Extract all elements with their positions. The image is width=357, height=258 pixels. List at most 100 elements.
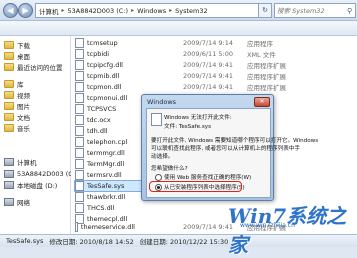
open-with-dialog: Windows ✕ Windows 无法打开此文件: 文件: TesSafe.s… xyxy=(141,94,318,201)
nav-item-documents[interactable]: 文档 xyxy=(4,111,30,122)
nav-item-label: 网络 xyxy=(17,198,30,207)
file-name: tcpipcfg.dll xyxy=(87,61,123,69)
file-name: tcmsetup xyxy=(87,39,118,47)
file-row[interactable]: tcmsetup 2009/7/14 9:14 应用程序 xyxy=(75,38,273,48)
nav-item-videos[interactable]: 视频 xyxy=(4,89,30,100)
file-icon xyxy=(75,181,84,191)
file-row[interactable]: termmgr.dll xyxy=(75,148,135,158)
file-name: tcpmon.dll xyxy=(87,83,122,91)
folder-icon xyxy=(4,90,14,99)
file-name: THCS.dll xyxy=(87,204,115,212)
file-icon xyxy=(75,203,84,213)
breadcrumb-item-windows[interactable]: Windows xyxy=(134,7,169,15)
search-box[interactable]: ⚲ xyxy=(274,3,356,18)
search-input[interactable] xyxy=(275,6,347,15)
close-icon[interactable]: ✕ xyxy=(254,97,270,107)
file-type: 应用程序扩展 xyxy=(247,62,286,70)
nav-item-label: 音乐 xyxy=(17,124,30,133)
nav-item-label: 计算机 xyxy=(17,158,37,167)
file-row[interactable]: termsrv.dll xyxy=(75,170,135,180)
file-row[interactable]: tdc.ocx xyxy=(75,115,135,125)
nav-item-drive-d[interactable]: 本地磁盘 (D:) xyxy=(4,179,57,190)
file-row[interactable]: tcpipcfg.dll 2009/7/14 9:41 应用程序扩展 xyxy=(75,60,286,70)
file-row[interactable]: tcpbidi 2009/6/11 5:00 XML 文件 xyxy=(75,49,276,59)
file-date: 2009/7/14 9:14 xyxy=(183,39,233,47)
breadcrumb-item-drive-c[interactable]: 53A8842D003 (C:) xyxy=(65,7,132,15)
folder-icon xyxy=(4,101,14,110)
folder-icon xyxy=(4,62,14,71)
nav-item-music[interactable]: 音乐 xyxy=(4,122,30,133)
forward-button[interactable]: ▶ xyxy=(18,3,33,18)
drive-icon xyxy=(4,169,14,178)
nav-item-label: 53A8842D003 (C:) xyxy=(17,169,78,178)
nav-item-label: 最近访问的位置 xyxy=(17,63,63,72)
nav-item-label: 本地磁盘 (D:) xyxy=(17,181,58,190)
file-row[interactable]: tcpmib.dll 2009/7/14 9:41 应用程序扩展 xyxy=(75,71,286,81)
file-row[interactable]: TermMgr.dll xyxy=(75,159,135,169)
search-icon[interactable]: ⚲ xyxy=(347,7,352,15)
dialog-title: Windows xyxy=(147,98,177,106)
back-button[interactable]: ◀ xyxy=(3,3,18,18)
nav-item-pictures[interactable]: 图片 xyxy=(4,100,30,111)
file-name: tcpmonui.dll xyxy=(87,94,128,102)
file-name: tcpmib.dll xyxy=(87,72,120,80)
folder-icon xyxy=(4,40,14,49)
folder-icon xyxy=(4,123,14,132)
file-icon xyxy=(75,82,84,92)
file-name: TermMgr.dll xyxy=(87,160,125,168)
file-row[interactable]: THCS.dll xyxy=(75,203,135,213)
breadcrumb-item-computer[interactable]: 计算机 xyxy=(36,6,62,16)
file-row[interactable]: thawbrkr.dll xyxy=(75,192,135,202)
nav-item-computer[interactable]: 计算机 xyxy=(4,156,37,167)
nav-item-label: 文档 xyxy=(17,113,30,122)
file-date: 2009/7/14 9:41 xyxy=(183,61,233,69)
file-type: 应用程序扩展 xyxy=(247,84,286,92)
highlight-annotation xyxy=(149,181,242,192)
dialog-message: Windows 无法打开此文件: xyxy=(164,115,232,121)
file-date: 2009/7/14 9:41 xyxy=(183,83,233,91)
file-name: thawbrkr.dll xyxy=(87,193,126,201)
file-row[interactable]: tcpmonui.dll xyxy=(75,93,135,103)
file-icon xyxy=(75,170,84,180)
status-created: 创建日期: 2010/12/22 15:30 xyxy=(139,238,229,246)
explorer-window: ◀ ▶ 计算机 ▸ 53A8842D003 (C:) ▸ Windows ▸ Syst… xyxy=(0,0,357,257)
nav-item-desktop[interactable]: 桌面 xyxy=(4,50,30,61)
file-icon xyxy=(75,126,84,136)
breadcrumb[interactable]: 计算机 ▸ 53A8842D003 (C:) ▸ Windows ▸ System32 xyxy=(35,3,259,18)
file-date: 2009/7/14 9:41 xyxy=(183,223,233,231)
breadcrumb-item-system32[interactable]: System32 xyxy=(172,7,211,15)
file-icon xyxy=(75,148,84,158)
file-name: telephon.cpl xyxy=(87,138,128,146)
nav-item-recent-places[interactable]: 最近访问的位置 xyxy=(4,61,63,72)
file-icon xyxy=(75,93,84,103)
file-row[interactable]: tdh.dll xyxy=(75,126,135,136)
nav-item-network[interactable]: 网络 xyxy=(4,196,30,207)
nav-item-drive-c[interactable]: 53A8842D003 (C:) xyxy=(4,168,78,179)
folder-icon xyxy=(4,51,14,60)
file-type: XML 文件 xyxy=(247,51,276,59)
radio-web-service[interactable] xyxy=(155,174,162,181)
command-bar xyxy=(0,21,357,36)
file-row[interactable]: tcpmon.dll 2009/7/14 9:41 应用程序扩展 xyxy=(75,82,286,92)
file-date: 2009/6/11 5:00 xyxy=(183,50,233,58)
option-web-service-label[interactable]: 使用 Web 服务查找正确的程序(W) xyxy=(164,173,251,181)
status-modified: 修改日期: 2010/8/18 14:52 xyxy=(49,238,134,246)
nav-item-downloads[interactable]: 下载 xyxy=(4,39,30,50)
file-row-selected[interactable]: TesSafe.sys xyxy=(74,180,142,192)
file-name: tdh.dll xyxy=(87,127,108,135)
refresh-icon[interactable]: ↻ xyxy=(258,3,272,18)
file-name: themeservice.dll xyxy=(80,223,135,231)
file-type: 应用程序扩展 xyxy=(247,73,286,81)
dialog-question: 您希望做什么? xyxy=(151,166,188,172)
file-row[interactable]: TCPSVCS xyxy=(75,104,135,114)
file-name: TCPSVCS xyxy=(87,105,117,113)
file-row[interactable]: telephon.cpl xyxy=(75,137,135,147)
computer-icon xyxy=(4,157,14,166)
nav-item-libraries[interactable]: 库 xyxy=(4,78,24,89)
watermark-url: www.win7zhijia.cn xyxy=(240,222,295,229)
file-name: tdc.ocx xyxy=(87,116,111,124)
status-filename: TesSafe.sys xyxy=(6,237,44,245)
file-icon xyxy=(75,115,84,125)
file-row[interactable]: themeservice.dll 2009/7/14 9:41 应用程序扩展 xyxy=(75,222,286,232)
file-icon xyxy=(75,49,84,59)
